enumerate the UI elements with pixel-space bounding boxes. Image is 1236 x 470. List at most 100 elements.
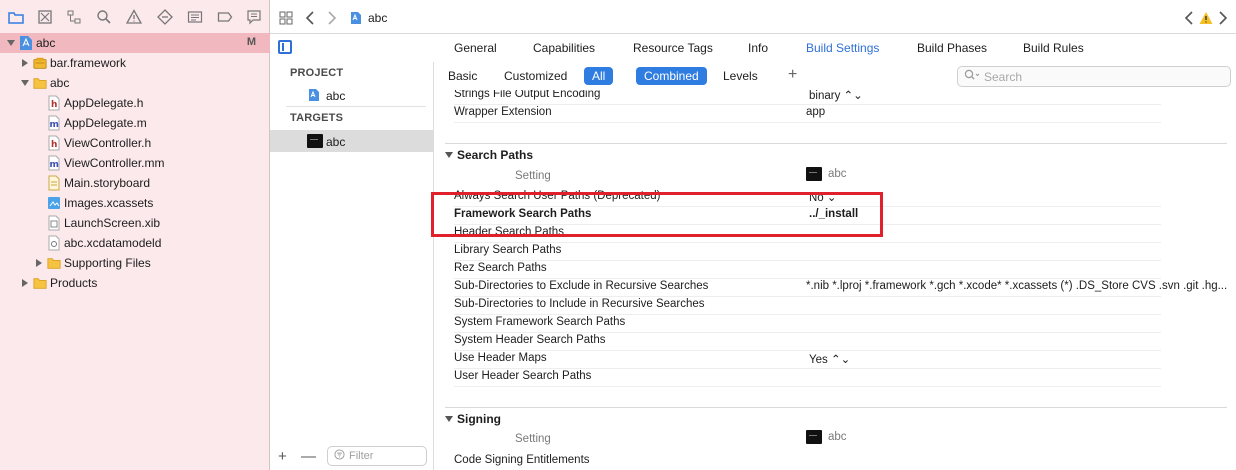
file-tree-label: abc.xcdatamodeld (64, 236, 162, 250)
sidebar-toggle-icon[interactable] (278, 40, 292, 54)
breakpoint-navigator-icon[interactable] (217, 9, 233, 25)
setting-row[interactable]: Strings File Output Encoding binary ⌃⌄ (435, 90, 1236, 104)
project-item[interactable]: abc (270, 84, 434, 106)
debug-navigator-icon[interactable] (187, 9, 203, 25)
disclosure-open-icon[interactable] (6, 38, 16, 48)
disclosure-closed-icon[interactable] (20, 58, 30, 68)
framework-icon (33, 55, 47, 71)
add-setting-button[interactable]: + (788, 66, 797, 84)
folder-navigator-icon[interactable] (8, 9, 24, 25)
row-divider (454, 386, 1161, 387)
section-signing[interactable]: Signing (445, 412, 501, 426)
file-tree-label: Main.storyboard (64, 176, 151, 190)
file-tree-item[interactable]: Products (0, 273, 270, 293)
search-icon[interactable] (96, 9, 112, 25)
setting-value[interactable]: binary ⌃⌄ (809, 90, 863, 102)
project-section-header: PROJECT (290, 67, 344, 79)
tab-general[interactable]: General (454, 41, 497, 55)
symbol-navigator-icon[interactable] (66, 9, 82, 25)
file-tree-label: Images.xcassets (64, 196, 154, 210)
file-tree-item[interactable]: bar.framework (0, 53, 270, 73)
navigator-toolbar (0, 5, 270, 31)
file-tree-item[interactable]: m ViewController.mm (0, 153, 270, 173)
setting-name: Wrapper Extension (454, 106, 552, 118)
view-levels[interactable]: Levels (715, 67, 766, 85)
search-placeholder: Search (984, 69, 1023, 84)
breadcrumb-project[interactable]: abc (368, 11, 387, 25)
disclosure-open-icon (445, 416, 453, 422)
remove-target-button[interactable]: — (301, 448, 316, 465)
add-target-button[interactable]: + (278, 448, 287, 465)
file-tree-item[interactable]: Images.xcassets (0, 193, 270, 213)
source-control-icon[interactable] (37, 9, 53, 25)
file-tree-item[interactable]: Main.storyboard (0, 173, 270, 193)
test-navigator-icon[interactable] (157, 9, 173, 25)
forward-arrow-icon[interactable] (327, 10, 337, 26)
setting-name: System Header Search Paths (454, 334, 606, 346)
setting-row[interactable]: User Header Search Paths (435, 368, 1236, 386)
file-tree-item[interactable]: m AppDelegate.m (0, 113, 270, 133)
folder-icon (33, 75, 47, 91)
view-combined[interactable]: Combined (636, 67, 707, 85)
tab-info[interactable]: Info (748, 41, 768, 55)
svg-text:h: h (51, 140, 57, 150)
scope-basic[interactable]: Basic (440, 67, 485, 85)
setting-row[interactable]: System Header Search Paths (435, 332, 1236, 350)
setting-name: Sub-Directories to Exclude in Recursive … (454, 280, 709, 292)
file-tree-item[interactable]: LaunchScreen.xib (0, 213, 270, 233)
disclosure-closed-icon[interactable] (34, 258, 44, 268)
scope-customized[interactable]: Customized (496, 67, 575, 85)
settings-search-field[interactable]: Search (957, 66, 1231, 87)
target-filter-field[interactable]: Filter (327, 446, 427, 466)
folder-icon (47, 255, 61, 271)
tab-build-rules[interactable]: Build Rules (1023, 41, 1084, 55)
tab-build-settings[interactable]: Build Settings (806, 41, 879, 55)
column-header-target: abc (806, 167, 847, 181)
tab-build-phases[interactable]: Build Phases (917, 41, 987, 55)
build-settings-filter-bar: Basic Customized All Combined Levels + S… (435, 62, 1236, 90)
setting-row[interactable]: Library Search Paths (435, 242, 1236, 260)
column-header-target: abc (806, 430, 847, 444)
file-tree-label: Products (50, 276, 98, 290)
setting-row[interactable]: Rez Search Paths (435, 260, 1236, 278)
divider (286, 106, 426, 107)
back-arrow-icon[interactable] (305, 10, 315, 26)
project-icon (19, 35, 33, 51)
setting-name: Use Header Maps (454, 352, 547, 364)
issue-navigator-icon[interactable] (126, 9, 142, 25)
setting-row[interactable]: Use Header Maps Yes ⌃⌄ (435, 350, 1236, 368)
file-tree-item[interactable]: Supporting Files (0, 253, 270, 273)
previous-issue-icon[interactable] (1184, 10, 1194, 26)
scope-all[interactable]: All (584, 67, 614, 85)
setting-value[interactable]: app (806, 106, 825, 118)
related-items-grid-icon[interactable] (279, 10, 293, 26)
build-settings-table: Strings File Output Encoding binary ⌃⌄ W… (435, 90, 1236, 470)
setting-row[interactable]: System Framework Search Paths (435, 314, 1236, 332)
file-tree-item[interactable]: abc.xcdatamodeld (0, 233, 270, 253)
setting-value[interactable]: *.nib *.lproj *.framework *.gch *.xcode*… (806, 280, 1227, 292)
file-tree-label: ViewController.h (64, 136, 152, 150)
file-tree-item[interactable]: h ViewController.h (0, 133, 270, 153)
datamodel-icon (47, 235, 61, 251)
setting-value[interactable]: Yes ⌃⌄ (809, 352, 850, 366)
project-file-icon[interactable] (350, 10, 362, 26)
setting-row[interactable]: Sub-Directories to Include in Recursive … (435, 296, 1236, 314)
setting-row[interactable]: Code Signing Entitlements (435, 452, 1236, 470)
warning-icon[interactable] (1199, 10, 1213, 26)
disclosure-closed-icon[interactable] (20, 278, 30, 288)
column-target-label: abc (828, 168, 847, 180)
section-search-paths[interactable]: Search Paths (445, 148, 533, 162)
disclosure-open-icon[interactable] (20, 78, 30, 88)
setting-row[interactable]: Wrapper Extension app (435, 104, 1236, 122)
tab-capabilities[interactable]: Capabilities (533, 41, 595, 55)
target-item[interactable]: abc (270, 130, 434, 152)
file-tree-item[interactable]: abc (0, 73, 270, 93)
file-tree-item[interactable]: abc M (0, 33, 270, 53)
report-navigator-icon[interactable] (246, 9, 262, 25)
next-issue-icon[interactable] (1218, 10, 1228, 26)
file-tree-item[interactable]: h AppDelegate.h (0, 93, 270, 113)
file-tree-label: bar.framework (50, 56, 127, 70)
tab-resource-tags[interactable]: Resource Tags (633, 41, 713, 55)
setting-name: System Framework Search Paths (454, 316, 626, 328)
setting-row[interactable]: Sub-Directories to Exclude in Recursive … (435, 278, 1236, 296)
